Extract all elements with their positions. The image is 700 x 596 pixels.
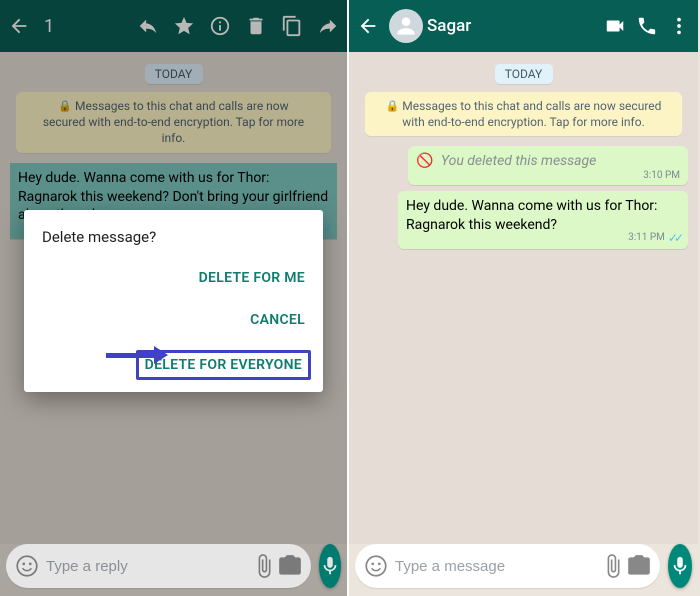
- voice-call-icon[interactable]: [636, 15, 658, 37]
- compose-box[interactable]: [6, 544, 311, 588]
- emoji-icon[interactable]: [14, 553, 40, 579]
- prohibited-icon: 🚫: [416, 153, 433, 169]
- emoji-icon[interactable]: [363, 553, 389, 579]
- attach-icon[interactable]: [600, 553, 626, 579]
- contact-name[interactable]: Sagar: [427, 16, 471, 36]
- outgoing-message[interactable]: Hey dude. Wanna come with us for Thor: R…: [398, 191, 688, 249]
- encryption-banner[interactable]: 🔒 Messages to this chat and calls are no…: [365, 92, 682, 136]
- mic-button[interactable]: [319, 544, 341, 588]
- compose-input[interactable]: [389, 558, 600, 575]
- back-arrow-icon[interactable]: [357, 15, 379, 37]
- date-pill: TODAY: [495, 64, 553, 84]
- dialog-title: Delete message?: [42, 228, 311, 246]
- deleted-outgoing-message[interactable]: 🚫 You deleted this message 3:10 PM: [408, 146, 688, 185]
- panel-selection-mode: 1 TODAY 🔒 Messages to this chat and call…: [0, 0, 349, 596]
- annotation-arrow: [106, 346, 168, 364]
- chat-appbar: Sagar: [349, 0, 698, 52]
- message-time: 3:10 PM: [643, 169, 680, 183]
- camera-icon[interactable]: [626, 553, 652, 579]
- chat-body-right: TODAY 🔒 Messages to this chat and calls …: [349, 52, 698, 544]
- camera-icon[interactable]: [277, 553, 303, 579]
- panel-chat: Sagar TODAY 🔒 Messages to this chat and …: [349, 0, 698, 596]
- encryption-banner-text: Messages to this chat and calls are now …: [402, 99, 661, 129]
- avatar[interactable]: [389, 9, 423, 43]
- delete-for-me-button[interactable]: DELETE FOR ME: [193, 266, 311, 290]
- message-time: 3:11 PM: [628, 231, 665, 245]
- message-text: Hey dude. Wanna come with us for Thor: R…: [406, 198, 657, 233]
- deleted-message-text: You deleted this message: [441, 153, 596, 169]
- read-ticks-icon: ✓✓: [668, 230, 680, 246]
- video-call-icon[interactable]: [604, 15, 626, 37]
- cancel-button[interactable]: CANCEL: [244, 308, 311, 332]
- compose-box[interactable]: [355, 544, 660, 588]
- mic-button[interactable]: [668, 544, 692, 588]
- more-icon[interactable]: [668, 15, 690, 37]
- compose-input[interactable]: [40, 558, 251, 575]
- input-bar-left: [6, 544, 341, 588]
- lock-icon: 🔒: [386, 99, 400, 112]
- input-bar-right: [355, 544, 692, 588]
- attach-icon[interactable]: [251, 553, 277, 579]
- delete-dialog: Delete message? DELETE FOR ME CANCEL DEL…: [24, 210, 323, 392]
